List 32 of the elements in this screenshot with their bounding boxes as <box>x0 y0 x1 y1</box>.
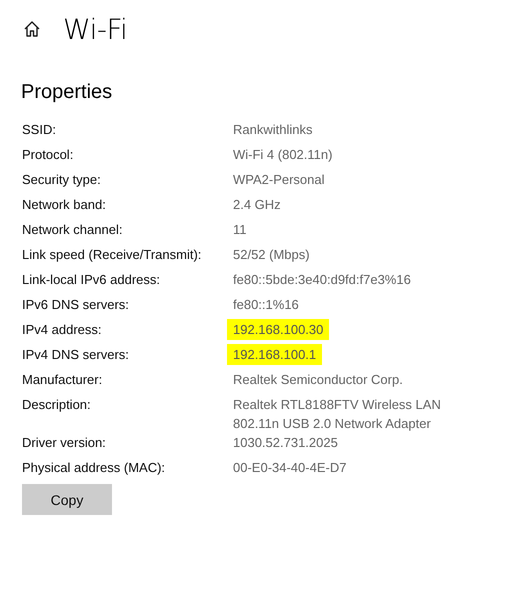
home-icon[interactable] <box>23 20 41 38</box>
property-label: Driver version: <box>22 434 107 452</box>
property-label: IPv4 address: <box>22 321 102 339</box>
property-label: Link-local IPv6 address: <box>22 271 162 289</box>
section-title: Properties <box>21 80 114 104</box>
property-label: IPv4 DNS servers: <box>22 346 130 364</box>
property-value: Rankwithlinks <box>233 122 312 137</box>
property-value: Wi-Fi 4 (802.11n) <box>233 147 332 162</box>
property-label: Network channel: <box>22 221 124 239</box>
property-label: Security type: <box>22 171 102 189</box>
property-label: IPv6 DNS servers: <box>22 296 130 314</box>
property-label: Network band: <box>22 196 107 214</box>
property-value: 1030.52.731.2025 <box>233 435 338 450</box>
property-value: Realtek RTL8188FTV Wireless LAN 802.11n USB 2.0 Network Adapter <box>233 397 441 431</box>
property-value: 2.4 GHz <box>233 197 281 212</box>
property-value: WPA2-Personal <box>233 172 325 187</box>
property-label: Link speed (Receive/Transmit): <box>22 246 202 264</box>
property-value: fe80::5bde:3e40:d9fd:f7e3%16 <box>233 272 411 287</box>
property-value: 11 <box>233 222 246 237</box>
property-value: fe80::1%16 <box>233 297 299 312</box>
property-value: 192.168.100.30 <box>227 319 330 340</box>
property-value: 192.168.100.1 <box>227 344 322 365</box>
property-value: 52/52 (Mbps) <box>233 247 310 262</box>
property-label: Physical address (MAC): <box>22 459 166 477</box>
page-title: Wi-Fi <box>63 12 128 46</box>
property-label: SSID: <box>22 121 57 139</box>
property-value: Realtek Semiconductor Corp. <box>233 372 403 387</box>
property-label: Manufacturer: <box>22 371 104 389</box>
property-label: Protocol: <box>22 146 74 164</box>
property-label: Description: <box>22 396 92 414</box>
property-value: 00-E0-34-40-4E-D7 <box>233 460 346 475</box>
copy-button[interactable]: Copy <box>22 484 112 515</box>
